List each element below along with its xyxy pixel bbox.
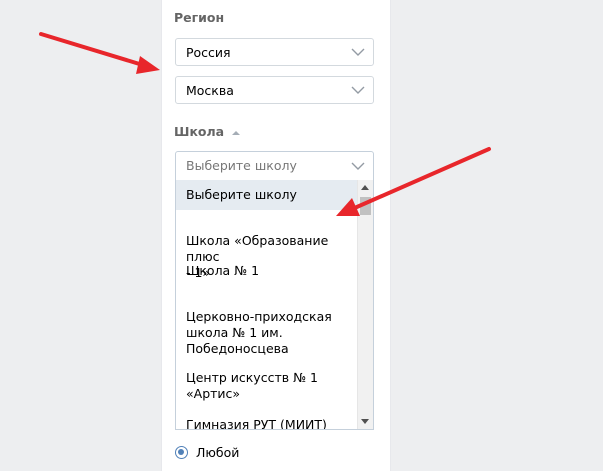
chevron-down-icon: [351, 86, 365, 94]
list-item-label: Школа № 1: [186, 263, 260, 278]
page: Регион Россия Москва Школа Выберите школ…: [0, 0, 603, 471]
list-item-label: Церковно-приходская школа № 1 им. Победо…: [186, 309, 332, 356]
list-item[interactable]: Выберите школу: [176, 180, 359, 210]
list-item[interactable]: Школа № 1: [176, 263, 359, 279]
any-radio-label[interactable]: Любой: [196, 445, 239, 460]
country-value: Россия: [186, 45, 231, 60]
school-title-label: Школа: [174, 124, 225, 139]
annotation-arrow-region: [39, 32, 160, 74]
list-item[interactable]: Церковно-приходская школа № 1 им. Победо…: [176, 293, 359, 357]
school-placeholder: Выберите школу: [186, 158, 297, 173]
list-item-label: Центр искусств № 1 «Артис»: [186, 370, 318, 401]
list-item[interactable]: Гимназия РУТ (МИИТ) (гимн. 1 МПС РФ, шк.…: [176, 401, 359, 430]
school-title[interactable]: Школа: [174, 124, 241, 139]
country-select[interactable]: Россия: [175, 38, 374, 66]
city-select[interactable]: Москва: [175, 76, 374, 104]
chevron-down-icon: [351, 48, 365, 56]
chevron-down-icon: [351, 162, 365, 170]
city-value: Москва: [186, 83, 234, 98]
list-item-label: Гимназия РУТ (МИИТ) (гимн. 1 МПС РФ, шк.…: [186, 417, 327, 430]
dropdown-scrollbar[interactable]: [357, 180, 373, 429]
list-item-label: Выберите школу: [186, 187, 297, 202]
school-dropdown-list[interactable]: Выберите школу Школа «Образование плюс -…: [175, 180, 374, 430]
collapse-caret-icon: [232, 130, 241, 135]
school-select[interactable]: Выберите школу: [175, 151, 374, 181]
any-radio-button[interactable]: [175, 446, 188, 459]
region-title: Регион: [174, 10, 225, 25]
scroll-up-arrow-icon[interactable]: [361, 185, 369, 190]
scrollbar-thumb[interactable]: [360, 197, 371, 215]
radio-selected-dot: [178, 449, 184, 455]
list-item[interactable]: Центр искусств № 1 «Артис»: [176, 354, 359, 402]
scroll-down-arrow-icon[interactable]: [361, 419, 369, 424]
